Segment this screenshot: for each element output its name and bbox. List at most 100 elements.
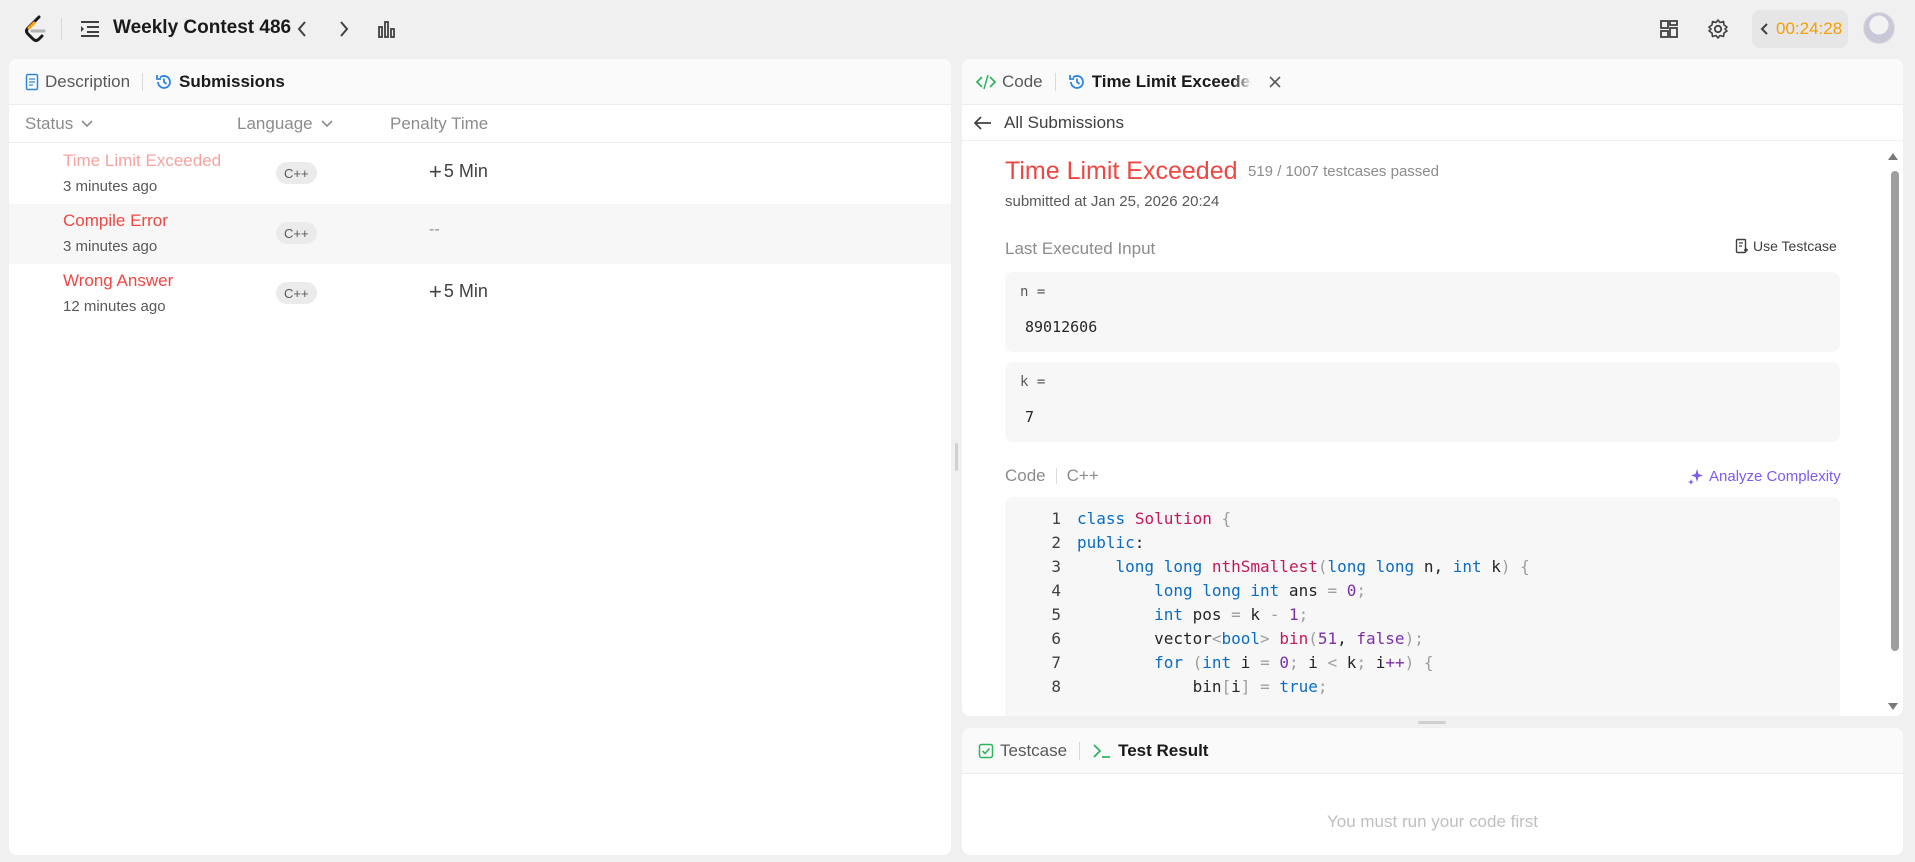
code-icon	[976, 74, 996, 89]
line-number: 7	[1051, 653, 1061, 672]
testcases-passed: 519 / 1007 testcases passed	[1248, 163, 1439, 180]
problem-list-icon[interactable]	[78, 17, 102, 41]
empty-result-message: You must run your code first	[1326, 812, 1539, 831]
contest-timer[interactable]: 00:24:28	[1752, 10, 1848, 48]
input-name: n =	[1020, 284, 1046, 300]
input-value: 89012606	[1025, 318, 1098, 336]
analyze-complexity-button[interactable]: Analyze Complexity	[1687, 467, 1841, 485]
document-icon	[25, 73, 39, 90]
line-number: 1	[1051, 509, 1061, 528]
history-icon	[156, 74, 171, 89]
submission-status[interactable]: Wrong Answer	[63, 271, 173, 291]
line-number: 5	[1051, 605, 1061, 624]
history-icon	[1068, 74, 1084, 89]
input-case-n: n = 89012606	[1005, 272, 1840, 352]
prev-problem-button[interactable]	[290, 17, 314, 41]
chevron-right-icon	[340, 21, 349, 37]
tab-submissions[interactable]: Submissions	[155, 72, 285, 92]
close-icon[interactable]	[1268, 75, 1282, 89]
line-number: 8	[1051, 677, 1061, 696]
horizontal-resize-handle[interactable]	[1418, 721, 1446, 724]
tab-testcase[interactable]: Testcase	[978, 741, 1067, 761]
tab-code[interactable]: Code	[976, 72, 1043, 92]
code-label: Code	[1005, 466, 1046, 485]
last-input-label: Last Executed Input	[1005, 239, 1156, 258]
tab-testcase-label: Testcase	[1000, 740, 1068, 760]
submission-time: 12 minutes ago	[63, 298, 166, 315]
status-filter[interactable]: Status	[25, 114, 93, 134]
tab-test-result-label: Test Result	[1118, 740, 1209, 760]
scroll-down-arrow-icon[interactable]	[1887, 702, 1899, 712]
top-bar: Weekly Contest 486 00:24:28	[0, 0, 1915, 58]
tab-description-label: Description	[45, 71, 131, 91]
language-badge: C++	[276, 162, 317, 184]
all-submissions-label: All Submissions	[1004, 112, 1124, 132]
language-badge: C++	[276, 222, 317, 244]
submission-status[interactable]: Compile Error	[63, 211, 168, 231]
all-submissions-link[interactable]: All Submissions	[962, 105, 1903, 141]
penalty-value: 5 Min	[443, 281, 488, 301]
next-problem-button[interactable]	[332, 17, 356, 41]
tab-code-label: Code	[1002, 71, 1043, 91]
submission-time: 3 minutes ago	[63, 178, 158, 195]
leetcode-logo-icon[interactable]	[22, 14, 50, 44]
table-row[interactable]: Time Limit Exceeded 3 minutes ago C++ + …	[9, 144, 951, 204]
status-column-label: Status	[25, 114, 74, 133]
terminal-icon	[1093, 743, 1111, 758]
tab-result-label: Time Limit Exceedec	[1091, 71, 1252, 91]
language-filter[interactable]: Language	[237, 114, 333, 134]
line-number: 4	[1051, 581, 1061, 600]
scrollbar-thumb[interactable]	[1891, 171, 1899, 651]
test-result-panel: Testcase Test Result You must run your c…	[962, 728, 1903, 855]
line-number: 3	[1051, 557, 1061, 576]
chevron-left-icon	[297, 21, 306, 37]
line-number: 6	[1051, 629, 1061, 648]
code-section-header: Code C++	[1005, 466, 1099, 486]
contest-title[interactable]: Weekly Contest 486	[113, 17, 291, 39]
penalty-value: 5 Min	[443, 161, 488, 181]
table-row[interactable]: Compile Error 3 minutes ago C++ --	[9, 204, 951, 264]
settings-gear-icon[interactable]	[1705, 16, 1731, 42]
input-case-k: k = 7	[1005, 362, 1840, 442]
right-tabbar: Code Time Limit Exceedec	[962, 59, 1903, 105]
input-value: 7	[1025, 408, 1035, 426]
language-badge: C++	[276, 282, 317, 304]
scroll-up-arrow-icon[interactable]	[1887, 151, 1899, 161]
arrow-left-icon	[974, 115, 991, 130]
result-title: Time Limit Exceeded	[1005, 157, 1238, 185]
penalty-time: + 5 Min	[429, 278, 488, 304]
tab-description[interactable]: Description	[25, 72, 130, 92]
penalty-time: + 5 Min	[429, 158, 488, 184]
tab-test-result[interactable]: Test Result	[1092, 741, 1208, 761]
vertical-resize-handle[interactable]	[955, 443, 958, 471]
layout-icon[interactable]	[1656, 16, 1682, 42]
use-testcase-icon	[1735, 238, 1748, 254]
use-testcase-button[interactable]: Use Testcase	[1735, 238, 1837, 254]
table-row[interactable]: Wrong Answer 12 minutes ago C++ + 5 Min	[9, 264, 951, 324]
code-viewer: 1 class Solution { 2 public: 3 long long n…	[1005, 497, 1840, 716]
checkbox-icon	[978, 743, 994, 758]
line-number: 2	[1051, 533, 1061, 552]
table-header: Status Language Penalty Time	[9, 105, 951, 143]
tab-submission-result[interactable]: Time Limit Exceedec	[1068, 72, 1282, 92]
bottom-tabbar: Testcase Test Result	[962, 728, 1903, 774]
left-tabbar: Description Submissions	[9, 59, 951, 105]
avatar[interactable]	[1863, 12, 1895, 44]
submission-status[interactable]: Time Limit Exceeded	[63, 151, 221, 171]
chevron-left-icon	[1760, 23, 1768, 35]
tab-submissions-label: Submissions	[179, 71, 285, 91]
timer-value: 00:24:28	[1776, 19, 1843, 38]
submissions-panel: Description Submissions Status Language …	[9, 59, 951, 855]
penalty-column-label: Penalty Time	[390, 114, 489, 133]
chevron-down-icon	[321, 120, 333, 128]
penalty-time: --	[429, 221, 440, 239]
tab-divider	[1079, 741, 1081, 760]
ranking-chart-icon[interactable]	[374, 17, 398, 41]
plus-icon: +	[429, 158, 442, 184]
tab-divider	[1054, 72, 1056, 91]
sparkle-icon	[1688, 469, 1703, 485]
plus-icon: +	[429, 278, 442, 304]
divider	[1055, 468, 1057, 484]
submitted-at: submitted at Jan 25, 2026 20:24	[1005, 193, 1220, 210]
code-language: C++	[1066, 466, 1099, 485]
